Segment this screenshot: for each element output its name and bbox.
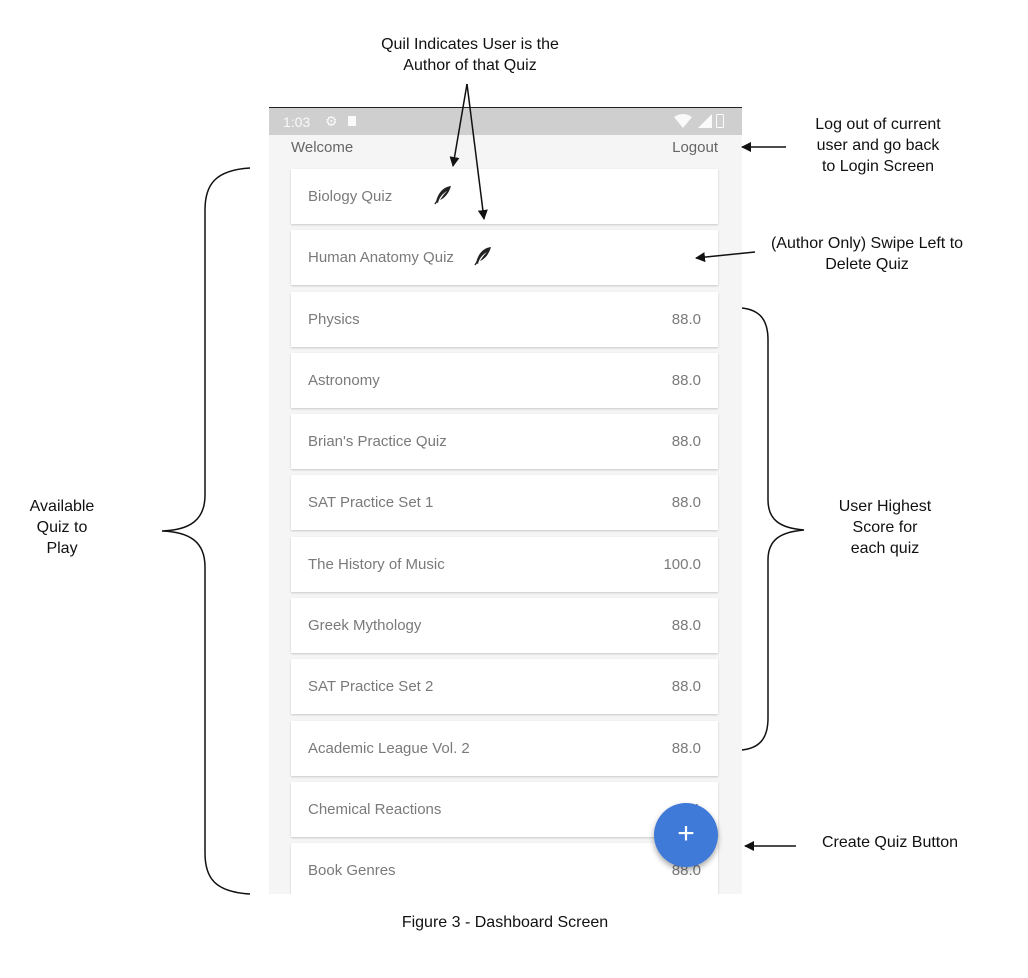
quiz-card[interactable]: Brian's Practice Quiz 88.0 xyxy=(291,414,718,470)
available-brace xyxy=(161,167,251,895)
quiz-card[interactable]: SAT Practice Set 1 88.0 xyxy=(291,475,718,531)
quiz-list: Biology Quiz Human Anatomy Quiz Physics 88.… xyxy=(291,169,718,894)
available-annotation: Available Quiz to Play xyxy=(29,498,95,557)
logout-annotation: Log out of current user and go back to L… xyxy=(815,116,941,175)
battery-icon xyxy=(716,114,724,128)
plus-icon: + xyxy=(677,817,695,850)
quiz-card[interactable]: Greek Mythology 88.0 xyxy=(291,598,718,654)
create-annotation: Create Quiz Button xyxy=(821,834,959,851)
quiz-score: 88.0 xyxy=(671,494,701,512)
quiz-score: 88.0 xyxy=(671,310,701,328)
logout-button[interactable]: Logout xyxy=(672,139,718,156)
sd-card-icon xyxy=(348,116,356,126)
quiz-title: Greek Mythology xyxy=(308,617,422,635)
quiz-title: SAT Practice Set 2 xyxy=(308,678,434,696)
score-brace xyxy=(741,307,805,751)
quiz-title: Physics xyxy=(308,310,360,328)
quill-icon xyxy=(473,246,493,271)
signal-icon xyxy=(698,114,712,128)
quiz-score: 88.0 xyxy=(671,371,701,389)
quiz-title: Chemical Reactions xyxy=(308,800,442,818)
quiz-card[interactable]: SAT Practice Set 2 88.0 xyxy=(291,659,718,715)
quiz-card[interactable]: The History of Music 100.0 xyxy=(291,536,718,592)
quiz-title: Astronomy xyxy=(308,371,380,389)
quill-annotation: Quil Indicates User is the Author of tha… xyxy=(381,36,559,74)
status-bar: 1:03 ⚙ xyxy=(269,107,742,135)
wifi-icon xyxy=(674,114,692,128)
phone-screen: 1:03 ⚙ Welcome Logout Biology Quiz Human … xyxy=(269,107,742,894)
quiz-title: Human Anatomy Quiz xyxy=(308,249,454,267)
figure-caption: Figure 3 - Dashboard Screen xyxy=(401,914,609,931)
create-quiz-button[interactable]: + xyxy=(654,803,718,867)
quill-icon xyxy=(433,185,453,210)
quiz-card[interactable]: Academic League Vol. 2 88.0 xyxy=(291,720,718,776)
quiz-score: 88.0 xyxy=(671,617,701,635)
quiz-card[interactable]: Book Genres 88.0 xyxy=(291,843,718,894)
quiz-card[interactable]: Human Anatomy Quiz xyxy=(291,230,718,286)
quiz-title: Brian's Practice Quiz xyxy=(308,433,447,451)
welcome-label: Welcome xyxy=(291,139,354,156)
quiz-title: SAT Practice Set 1 xyxy=(308,494,434,512)
quiz-title: The History of Music xyxy=(308,555,445,573)
quiz-title: Biology Quiz xyxy=(308,188,393,205)
quiz-score: 100.0 xyxy=(663,555,701,573)
quiz-score: 88.0 xyxy=(671,433,701,451)
quiz-score: 88.0 xyxy=(671,739,701,757)
app-bar: Welcome Logout xyxy=(269,135,742,167)
quiz-card[interactable]: Astronomy 88.0 xyxy=(291,352,718,408)
status-time: 1:03 xyxy=(283,114,311,130)
quiz-card[interactable]: Physics 88.0 xyxy=(291,291,718,347)
quiz-title: Book Genres xyxy=(308,862,396,880)
score-annotation: User Highest Score for each quiz xyxy=(838,498,932,557)
quiz-score: 88.0 xyxy=(671,678,701,696)
swipe-annotation: (Author Only) Swipe Left to Delete Quiz xyxy=(770,235,964,273)
quiz-title: Academic League Vol. 2 xyxy=(308,739,470,757)
quiz-card[interactable]: Biology Quiz xyxy=(291,169,718,224)
gear-icon: ⚙ xyxy=(325,113,338,129)
